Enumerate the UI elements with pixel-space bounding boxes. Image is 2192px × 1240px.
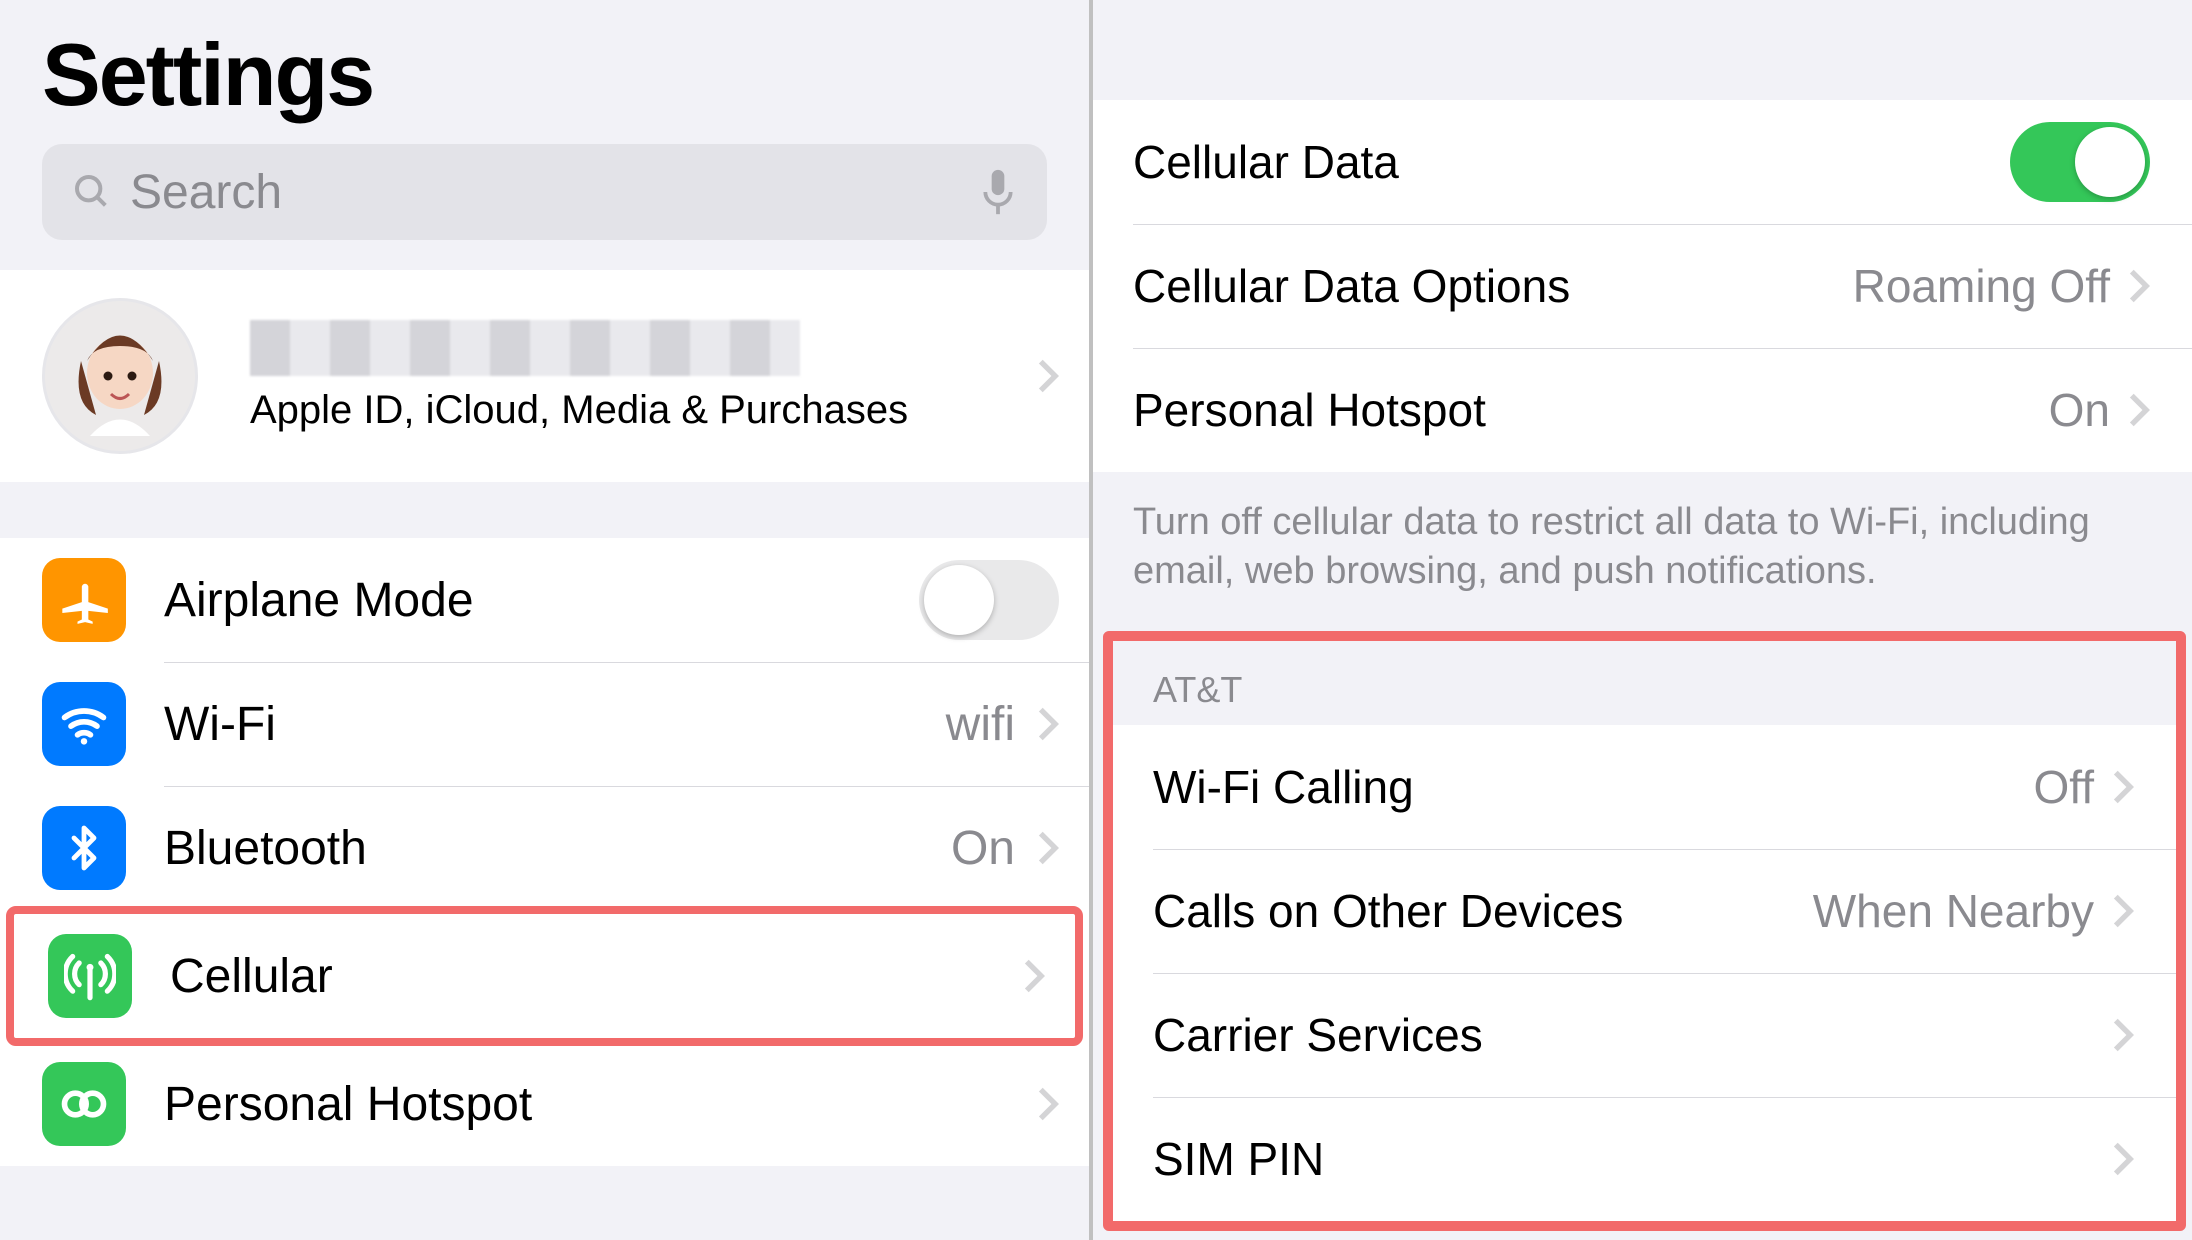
carrier-services-label: Carrier Services xyxy=(1153,1008,2112,1062)
wifi-calling-row[interactable]: Wi-Fi Calling Off xyxy=(1113,725,2176,849)
microphone-icon[interactable] xyxy=(979,166,1017,218)
highlight-cellular: Cellular xyxy=(6,906,1083,1046)
wifi-row[interactable]: Wi-Fi wifi xyxy=(0,662,1089,786)
wifi-label: Wi-Fi xyxy=(164,697,946,752)
cellular-data-toggle[interactable] xyxy=(2010,122,2150,202)
airplane-icon xyxy=(42,558,126,642)
bluetooth-row[interactable]: Bluetooth On xyxy=(0,786,1089,910)
sim-pin-label: SIM PIN xyxy=(1153,1132,2112,1186)
cellular-data-row[interactable]: Cellular Data xyxy=(1093,100,2192,224)
avatar xyxy=(42,298,198,454)
airplane-mode-toggle[interactable] xyxy=(919,560,1059,640)
cellular-detail-panel: Cellular Data Cellular Data Options Roam… xyxy=(1093,0,2192,1240)
carrier-services-row[interactable]: Carrier Services xyxy=(1113,973,2176,1097)
wifi-calling-value: Off xyxy=(2033,760,2094,814)
hotspot-label: Personal Hotspot xyxy=(164,1077,1031,1132)
wifi-calling-label: Wi-Fi Calling xyxy=(1153,760,2033,814)
airplane-mode-label: Airplane Mode xyxy=(164,573,919,628)
chevron-right-icon xyxy=(2112,1017,2134,1053)
hotspot-icon xyxy=(42,1062,126,1146)
apple-id-row[interactable]: Apple ID, iCloud, Media & Purchases xyxy=(0,270,1089,482)
chevron-right-icon xyxy=(2128,268,2150,304)
personal-hotspot-detail-value: On xyxy=(2049,383,2110,437)
search-input[interactable]: Search xyxy=(42,144,1047,240)
account-name-redacted xyxy=(250,320,800,376)
personal-hotspot-row[interactable]: Personal Hotspot xyxy=(0,1042,1089,1166)
account-subtitle: Apple ID, iCloud, Media & Purchases xyxy=(250,388,1031,433)
cellular-label: Cellular xyxy=(170,949,1017,1004)
cellular-row[interactable]: Cellular xyxy=(14,914,1075,1038)
chevron-right-icon xyxy=(2112,893,2134,929)
wifi-value: wifi xyxy=(946,697,1015,752)
wifi-icon xyxy=(42,682,126,766)
page-title: Settings xyxy=(0,0,1089,144)
cellular-data-label: Cellular Data xyxy=(1133,135,2010,189)
chevron-right-icon xyxy=(2112,1141,2134,1177)
cellular-data-options-label: Cellular Data Options xyxy=(1133,259,1853,313)
chevron-right-icon xyxy=(1037,1086,1059,1122)
chevron-right-icon xyxy=(2112,769,2134,805)
carrier-section-header: AT&T xyxy=(1113,641,2176,725)
chevron-right-icon xyxy=(1037,830,1059,866)
settings-sidebar: Settings Search xyxy=(0,0,1093,1240)
calls-other-value: When Nearby xyxy=(1813,884,2094,938)
chevron-right-icon xyxy=(1037,706,1059,742)
calls-other-label: Calls on Other Devices xyxy=(1153,884,1813,938)
airplane-mode-row[interactable]: Airplane Mode xyxy=(0,538,1089,662)
cellular-data-options-value: Roaming Off xyxy=(1853,259,2110,313)
personal-hotspot-detail-label: Personal Hotspot xyxy=(1133,383,2049,437)
personal-hotspot-detail-row[interactable]: Personal Hotspot On xyxy=(1093,348,2192,472)
chevron-right-icon xyxy=(1037,358,1059,394)
sim-pin-row[interactable]: SIM PIN xyxy=(1113,1097,2176,1221)
bluetooth-icon xyxy=(42,806,126,890)
cellular-data-options-row[interactable]: Cellular Data Options Roaming Off xyxy=(1093,224,2192,348)
cellular-icon xyxy=(48,934,132,1018)
search-placeholder: Search xyxy=(130,165,961,220)
bluetooth-label: Bluetooth xyxy=(164,821,951,876)
chevron-right-icon xyxy=(1023,958,1045,994)
highlight-carrier-section: AT&T Wi-Fi Calling Off Calls on Other De… xyxy=(1103,631,2186,1231)
search-icon xyxy=(72,172,112,212)
cellular-footer-note: Turn off cellular data to restrict all d… xyxy=(1093,472,2192,631)
bluetooth-value: On xyxy=(951,821,1015,876)
chevron-right-icon xyxy=(2128,392,2150,428)
calls-on-other-devices-row[interactable]: Calls on Other Devices When Nearby xyxy=(1113,849,2176,973)
